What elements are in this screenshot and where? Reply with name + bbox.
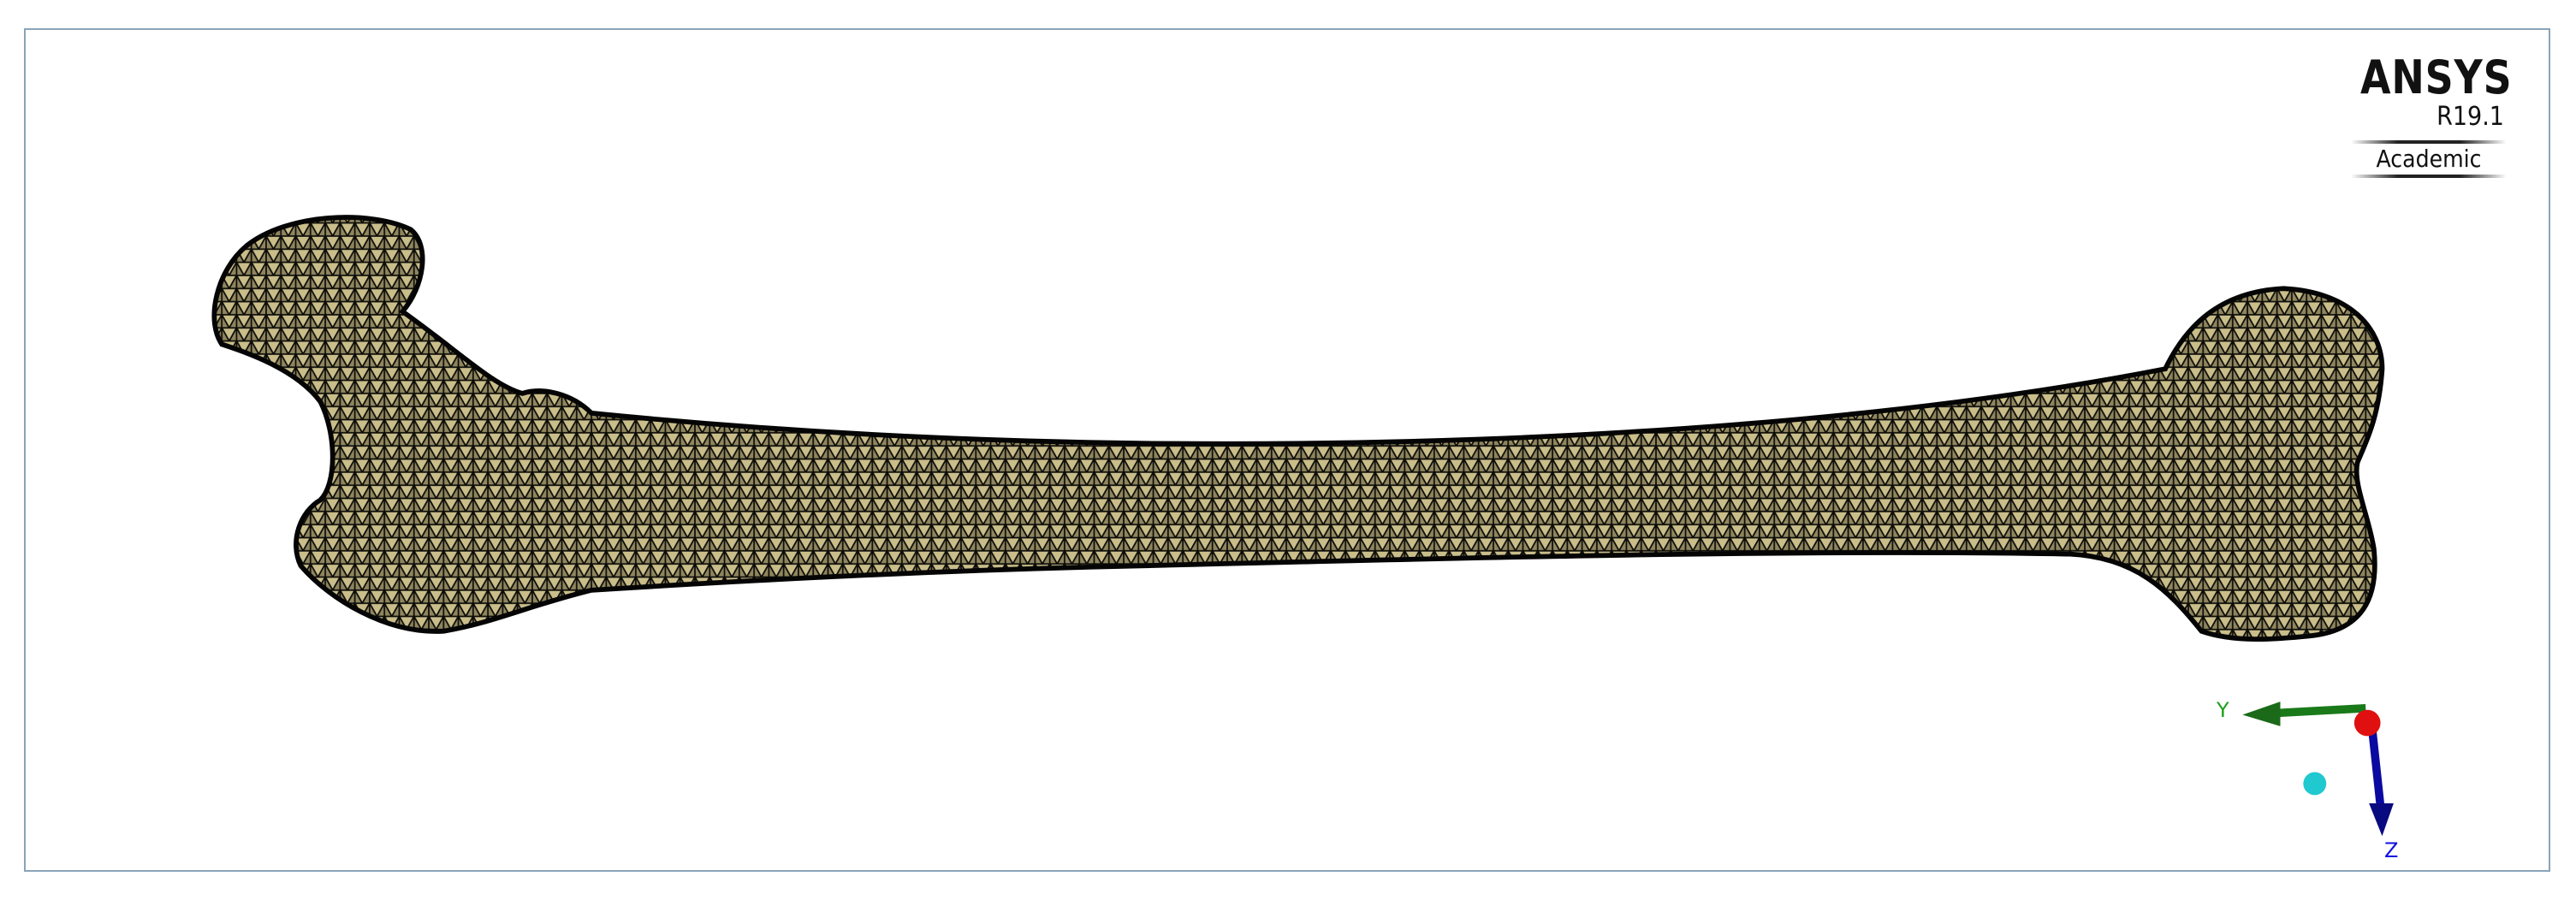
ansys-logo: ANSYS R19.1 Academic <box>2335 50 2513 178</box>
logo-version: R19.1 <box>2437 102 2504 132</box>
femur-mesh[interactable] <box>211 215 2385 642</box>
triad-z-label: Z <box>2384 838 2399 862</box>
triad-y-label: Y <box>2217 698 2229 722</box>
logo-brand: ANSYS <box>2360 50 2513 104</box>
logo-edition: Academic <box>2352 140 2506 178</box>
coordinate-triad <box>2242 702 2394 837</box>
model-view[interactable] <box>0 0 2576 900</box>
